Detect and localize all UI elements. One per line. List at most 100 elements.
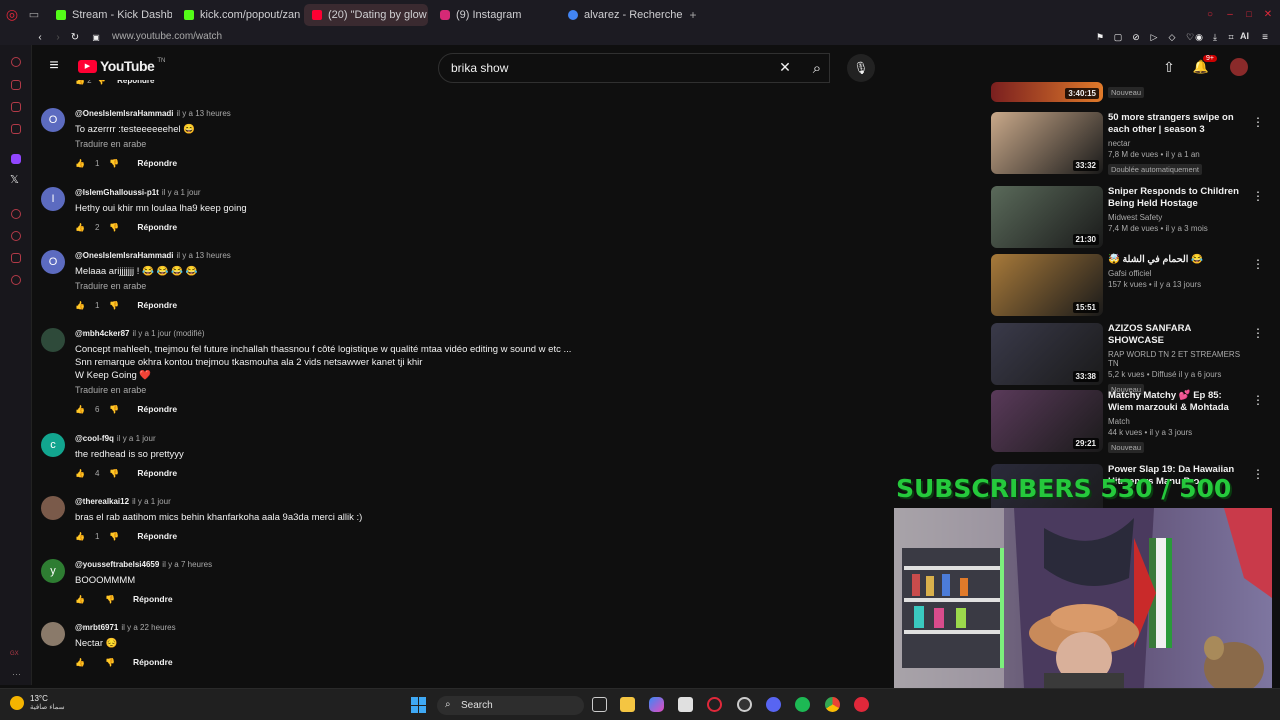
sidebar-home-icon[interactable] bbox=[11, 57, 21, 67]
search-icon[interactable]: ⌕ bbox=[806, 57, 828, 79]
video-options-icon[interactable]: ⋮ bbox=[1252, 326, 1264, 340]
windows-start-icon[interactable] bbox=[411, 697, 427, 713]
reply-button[interactable]: Répondre bbox=[133, 594, 173, 604]
browser-tab[interactable]: alvarez - Recherche Goog bbox=[560, 4, 684, 26]
browser-tab[interactable]: Stream - Kick Dashboard bbox=[48, 4, 172, 26]
video-thumbnail[interactable]: 33:32 bbox=[991, 112, 1103, 174]
comment-time[interactable]: il y a 13 heures bbox=[177, 251, 231, 260]
video-title[interactable]: AZIZOS SANFARA SHOWCASE bbox=[1108, 323, 1248, 347]
commenter-avatar[interactable]: O bbox=[41, 250, 65, 274]
video-thumbnail[interactable]: 29:21 bbox=[991, 390, 1103, 452]
video-thumbnail[interactable]: 21:30 bbox=[991, 186, 1103, 248]
microphone-icon[interactable]: 🎙 bbox=[847, 54, 875, 82]
browser-tab[interactable]: kick.com/popout/zanouni bbox=[176, 4, 300, 26]
commenter-avatar[interactable]: c bbox=[41, 433, 65, 457]
sidebar-player-icon[interactable] bbox=[11, 209, 21, 219]
video-options-icon[interactable]: ⋮ bbox=[1252, 189, 1264, 203]
maximize-icon[interactable]: □ bbox=[1241, 5, 1257, 23]
reply-button[interactable]: Répondre bbox=[137, 404, 177, 414]
commenter-avatar[interactable] bbox=[41, 328, 65, 352]
video-thumbnail[interactable]: 33:38 bbox=[991, 323, 1103, 385]
adblock-icon[interactable]: ⊘ bbox=[1129, 29, 1143, 45]
video-channel[interactable]: nectar bbox=[1108, 139, 1248, 148]
video-channel[interactable]: RAP WORLD TN 2 ET STREAMERS TN bbox=[1108, 350, 1248, 368]
video-options-icon[interactable]: ⋮ bbox=[1252, 393, 1264, 407]
reload-icon[interactable]: ↻ bbox=[68, 29, 82, 45]
comment-author[interactable]: @mbh4cker87 bbox=[75, 329, 130, 338]
video-options-icon[interactable]: ⋮ bbox=[1252, 257, 1264, 271]
video-options-icon[interactable]: ⋮ bbox=[1252, 115, 1264, 129]
commenter-avatar[interactable]: y bbox=[41, 559, 65, 583]
comment-author[interactable]: @therealkai12 bbox=[75, 497, 129, 506]
comment-time[interactable]: il y a 1 jour bbox=[132, 497, 171, 506]
bookmark-icon[interactable]: ⚑ bbox=[1093, 29, 1107, 45]
minimize-icon[interactable]: – bbox=[1222, 5, 1238, 23]
weather-widget[interactable]: 13°C سماء صافية bbox=[10, 694, 65, 711]
video-channel[interactable]: Match bbox=[1108, 417, 1248, 426]
sidebar-aria-icon[interactable] bbox=[11, 80, 21, 90]
opera-gx-icon[interactable] bbox=[707, 697, 722, 712]
dislike-button[interactable]: 👎 bbox=[105, 658, 115, 667]
comment-author[interactable]: @OnesIslemIsraHammadi bbox=[75, 251, 174, 260]
dislike-button[interactable]: 👎 bbox=[109, 223, 119, 232]
comment-time[interactable]: il y a 7 heures bbox=[162, 560, 212, 569]
like-button[interactable]: 👍 bbox=[75, 159, 85, 168]
sidebar-history-icon[interactable] bbox=[11, 231, 21, 241]
close-window-icon[interactable]: ✕ bbox=[1260, 5, 1276, 23]
sidebar-more-icon[interactable]: ⋯ bbox=[12, 669, 21, 680]
translate-link[interactable]: Traduire en arabe bbox=[75, 385, 585, 397]
comment-time[interactable]: il y a 1 jour bbox=[117, 434, 156, 443]
video-options-icon[interactable]: ⋮ bbox=[1252, 467, 1264, 481]
clear-search-icon[interactable]: ✕ bbox=[776, 58, 794, 76]
like-button[interactable]: 👍 bbox=[75, 595, 85, 604]
tabs-menu-icon[interactable]: ▭ bbox=[24, 4, 44, 26]
url-text[interactable]: www.youtube.com/watch bbox=[112, 31, 222, 42]
recommended-video[interactable]: 33:38 AZIZOS SANFARA SHOWCASE RAP WORLD TN… bbox=[985, 323, 1275, 395]
commenter-avatar[interactable] bbox=[41, 496, 65, 520]
search-tabs-icon[interactable]: ○ bbox=[1202, 5, 1218, 23]
video-title[interactable]: 50 more strangers swipe on each other | … bbox=[1108, 112, 1248, 136]
recommended-video[interactable]: 3:40:15 Nouveau bbox=[985, 82, 1275, 102]
dislike-button[interactable]: 👎 bbox=[109, 301, 119, 310]
video-thumbnail[interactable]: 3:40:15 bbox=[991, 82, 1103, 102]
copilot-icon[interactable] bbox=[649, 697, 664, 712]
ai-button[interactable]: AI bbox=[1240, 31, 1249, 41]
menu-icon[interactable]: ≡ bbox=[1258, 29, 1272, 45]
discord-icon[interactable] bbox=[766, 697, 781, 712]
commenter-avatar[interactable]: O bbox=[41, 108, 65, 132]
screenshot-icon[interactable]: ⌗ bbox=[1224, 29, 1238, 45]
sidebar-gx-icon[interactable]: GX bbox=[10, 651, 19, 657]
commenter-avatar[interactable] bbox=[41, 622, 65, 646]
youtube-logo[interactable]: ▶ YouTube TN bbox=[78, 58, 165, 74]
translate-link[interactable]: Traduire en arabe bbox=[75, 139, 585, 151]
taskbar-search[interactable]: ⌕ Search bbox=[437, 696, 584, 715]
wallet-icon[interactable]: ◇ bbox=[1165, 29, 1179, 45]
chrome-icon[interactable] bbox=[825, 697, 840, 712]
opera-logo-icon[interactable]: ◎ bbox=[0, 4, 24, 26]
recommended-video[interactable]: 29:21 Matchy Matchy 💕 Ep 85: Wiem marzouk… bbox=[985, 390, 1275, 453]
reply-button[interactable]: Répondre bbox=[137, 158, 177, 168]
sidebar-instagram-icon[interactable] bbox=[11, 124, 21, 134]
browser-tab-active[interactable]: (20) "Dating by glow up" bbox=[304, 3, 428, 26]
account-avatar[interactable] bbox=[1230, 58, 1248, 76]
like-button[interactable]: 👍 bbox=[75, 405, 85, 414]
comment-author[interactable]: @OnesIslemIsraHammadi bbox=[75, 109, 174, 118]
comment-time[interactable]: il y a 22 heures bbox=[121, 623, 175, 632]
reply-button[interactable]: Répondre bbox=[133, 657, 173, 667]
comment-time[interactable]: il y a 13 heures bbox=[177, 109, 231, 118]
dislike-button[interactable]: 👎 bbox=[109, 405, 119, 414]
sidebar-x-icon[interactable]: 𝕏 bbox=[10, 173, 19, 186]
player-icon[interactable]: ▷ bbox=[1147, 29, 1161, 45]
commenter-avatar[interactable]: I bbox=[41, 187, 65, 211]
spotify-icon[interactable] bbox=[795, 697, 810, 712]
profile-icon[interactable]: ◉ bbox=[1192, 29, 1206, 45]
comment-author[interactable]: @mrbt6971 bbox=[75, 623, 118, 632]
recommended-video[interactable]: 15:51 🤯 الحمام في الشلة 😂 Gafsi officiel 15… bbox=[985, 254, 1275, 316]
file-explorer-icon[interactable] bbox=[620, 697, 635, 712]
dislike-button[interactable]: 👎 bbox=[105, 595, 115, 604]
dislike-button[interactable]: 👎 bbox=[109, 532, 119, 541]
forward-icon[interactable]: › bbox=[51, 29, 65, 45]
video-thumbnail[interactable]: 15:51 bbox=[991, 254, 1103, 316]
obs-icon[interactable] bbox=[737, 697, 752, 712]
download-icon[interactable]: ⤓ bbox=[1208, 29, 1222, 45]
